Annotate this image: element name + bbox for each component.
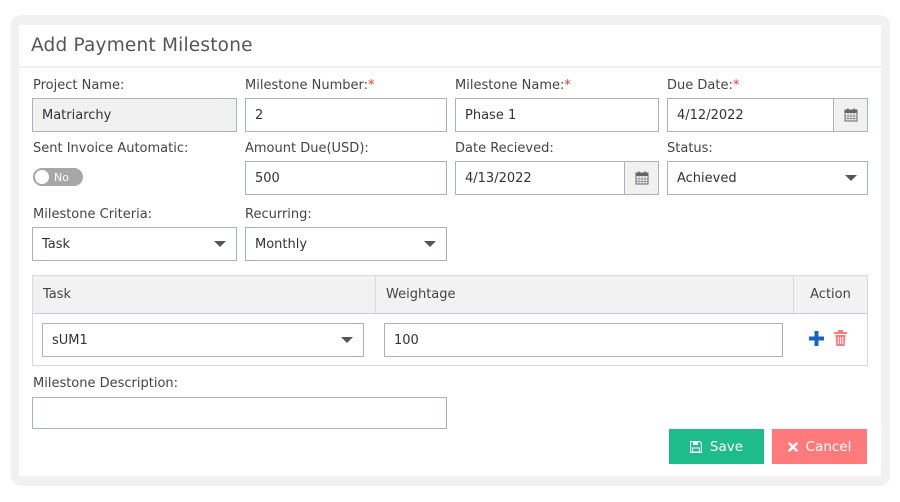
- project-name-input[interactable]: Matriarchy: [32, 98, 237, 132]
- due-date-label: Due Date:*: [667, 78, 739, 93]
- task-table: Task Weightage Action sUM1 100: [32, 275, 868, 366]
- amount-due-label: Amount Due(USD):: [245, 141, 369, 156]
- column-header-action: Action: [810, 287, 851, 302]
- milestone-criteria-select[interactable]: Task: [32, 227, 237, 261]
- chevron-down-icon: [341, 337, 353, 343]
- milestone-name-label-text: Milestone Name:: [455, 78, 565, 93]
- cancel-button[interactable]: Cancel: [772, 429, 867, 464]
- weightage-value: 100: [394, 332, 419, 348]
- sent-invoice-label-text: Sent Invoice Automatic:: [33, 141, 189, 156]
- status-label: Status:: [667, 141, 713, 156]
- calendar-icon: [844, 108, 857, 122]
- save-button[interactable]: Save: [669, 429, 764, 464]
- milestone-description-label: Milestone Description:: [33, 376, 178, 391]
- due-date-input[interactable]: 4/12/2022: [667, 98, 834, 132]
- trash-icon: [834, 330, 847, 346]
- save-label: Save: [709, 438, 744, 455]
- milestone-description-input[interactable]: [32, 397, 447, 429]
- date-received-label: Date Recieved:: [455, 141, 554, 156]
- status-select[interactable]: Achieved: [667, 161, 868, 195]
- task-value: sUM1: [52, 332, 88, 348]
- toggle-text: No: [54, 170, 69, 184]
- due-date-value: 4/12/2022: [677, 107, 744, 123]
- milestone-name-input[interactable]: Phase 1: [455, 98, 659, 132]
- required-mark: *: [732, 78, 740, 93]
- task-select[interactable]: sUM1: [42, 323, 364, 357]
- plus-icon: [809, 331, 824, 346]
- status-label-text: Status:: [667, 141, 713, 156]
- chevron-down-icon: [214, 241, 226, 247]
- date-received-calendar-button[interactable]: [625, 161, 659, 195]
- project-name-label-text: Project Name:: [33, 78, 125, 93]
- save-icon: [689, 440, 702, 453]
- table-row: sUM1 100: [33, 314, 867, 365]
- task-table-header: Task Weightage Action: [33, 276, 867, 314]
- milestone-criteria-label-text: Milestone Criteria:: [33, 207, 153, 222]
- date-received-picker: 4/13/2022: [455, 161, 659, 195]
- card-header: Add Payment Milestone: [19, 25, 881, 68]
- milestone-name-label: Milestone Name:*: [455, 78, 571, 93]
- toggle-knob: [35, 170, 49, 184]
- recurring-label-text: Recurring:: [245, 207, 312, 222]
- cancel-label: Cancel: [805, 438, 852, 455]
- recurring-select[interactable]: Monthly: [245, 227, 447, 261]
- project-name-value: Matriarchy: [42, 107, 112, 123]
- close-icon: [787, 441, 798, 452]
- milestone-criteria-label: Milestone Criteria:: [33, 207, 152, 222]
- date-received-input[interactable]: 4/13/2022: [455, 161, 625, 195]
- status-value: Achieved: [677, 170, 737, 186]
- recurring-label: Recurring:: [245, 207, 312, 222]
- sent-invoice-toggle[interactable]: No: [33, 168, 83, 186]
- add-payment-milestone-card: Add Payment Milestone Project Name: Matr…: [19, 25, 881, 476]
- weightage-input[interactable]: 100: [384, 323, 783, 357]
- delete-task-button[interactable]: [834, 330, 847, 350]
- calendar-icon: [635, 171, 648, 185]
- sent-invoice-label: Sent Invoice Automatic:: [33, 141, 188, 156]
- column-header-task: Task: [33, 276, 376, 313]
- milestone-number-label: Milestone Number:*: [245, 78, 375, 93]
- amount-due-input[interactable]: 500: [245, 161, 447, 195]
- required-mark: *: [564, 78, 571, 93]
- amount-due-label-text: Amount Due(USD):: [245, 141, 369, 156]
- milestone-description-label-text: Milestone Description:: [33, 376, 179, 391]
- milestone-number-label-text: Milestone Number:: [245, 78, 369, 93]
- add-task-button[interactable]: [809, 331, 824, 350]
- page-title: Add Payment Milestone: [31, 35, 253, 56]
- date-received-label-text: Date Recieved:: [455, 141, 554, 156]
- required-mark: *: [368, 78, 375, 93]
- date-received-value: 4/13/2022: [465, 170, 532, 186]
- chevron-down-icon: [424, 241, 436, 247]
- project-name-label: Project Name:: [33, 78, 124, 93]
- column-header-weightage: Weightage: [376, 276, 794, 313]
- chevron-down-icon: [845, 175, 857, 181]
- due-date-label-text: Due Date:: [667, 78, 733, 93]
- amount-due-value: 500: [255, 170, 280, 186]
- milestone-name-value: Phase 1: [465, 107, 517, 123]
- due-date-calendar-button[interactable]: [834, 98, 868, 132]
- milestone-number-input[interactable]: 2: [245, 98, 447, 132]
- milestone-number-value: 2: [255, 107, 264, 123]
- due-date-picker: 4/12/2022: [667, 98, 868, 132]
- milestone-criteria-value: Task: [42, 236, 71, 252]
- recurring-value: Monthly: [255, 236, 308, 252]
